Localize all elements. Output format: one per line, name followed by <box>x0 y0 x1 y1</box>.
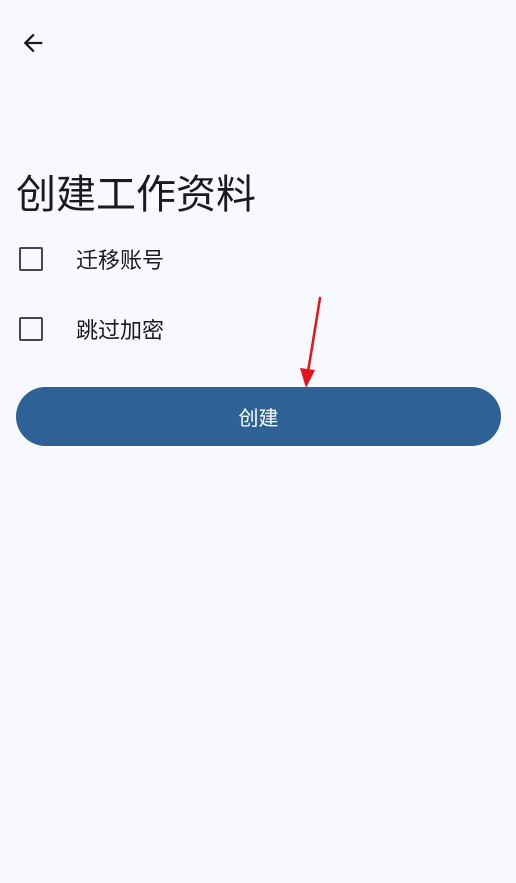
migrate-account-label: 迁移账号 <box>76 249 165 274</box>
skip-encryption-label: 跳过加密 <box>76 319 165 344</box>
migrate-account-checkbox[interactable] <box>19 247 43 271</box>
arrow-back-icon <box>19 29 47 61</box>
skip-encryption-checkbox[interactable] <box>19 317 43 341</box>
create-button[interactable]: 创建 <box>16 387 501 446</box>
migrate-account-option[interactable]: 迁移账号 <box>10 235 164 283</box>
back-button[interactable] <box>10 22 56 68</box>
skip-encryption-option[interactable]: 跳过加密 <box>10 305 164 353</box>
page-title: 创建工作资料 <box>16 171 256 218</box>
